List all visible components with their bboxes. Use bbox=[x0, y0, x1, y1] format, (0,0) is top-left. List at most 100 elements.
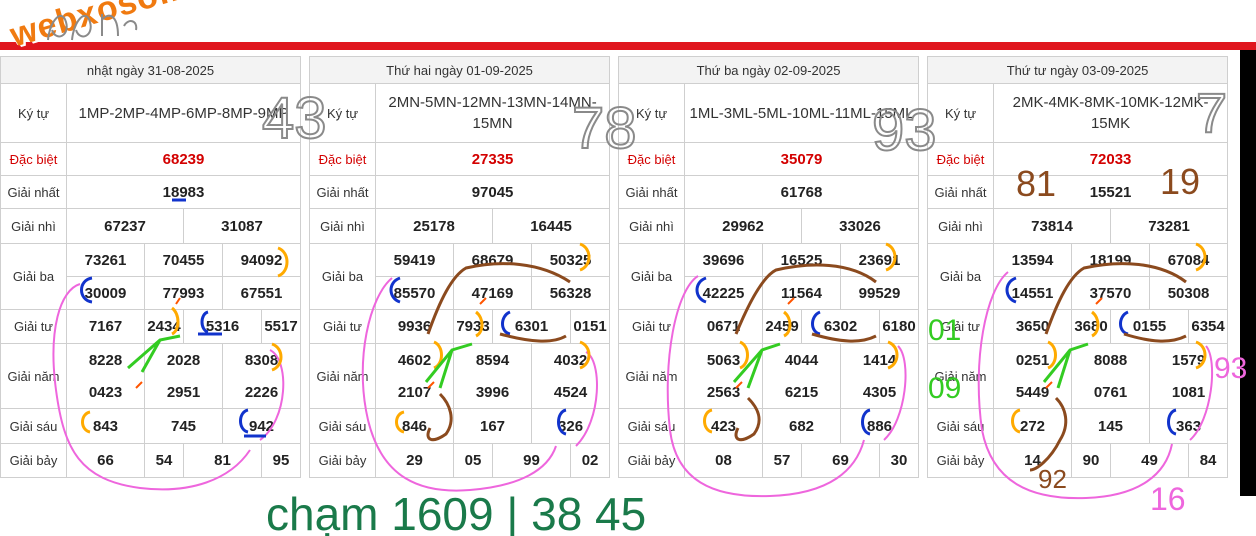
prize-number: 6354 bbox=[1187, 309, 1229, 344]
prize-number: 5449 bbox=[993, 376, 1072, 409]
prize-number: 16445 bbox=[491, 208, 611, 244]
prize-number: 3680 bbox=[1071, 309, 1111, 344]
label-ky-tu: Ký tự bbox=[0, 83, 67, 143]
prize-number: 94092 bbox=[221, 243, 302, 277]
first-prize-value: 97045 bbox=[374, 175, 611, 209]
side-gutter bbox=[1240, 50, 1256, 496]
prize-number: 95 bbox=[260, 443, 302, 478]
prize-number: 2107 bbox=[375, 376, 454, 409]
prize-number: 4032 bbox=[530, 343, 611, 376]
label-giai-bay: Giải bảy bbox=[618, 443, 685, 478]
ky-tu-value: 2MK-4MK-8MK-10MK-12MK-15MK bbox=[992, 83, 1229, 143]
prize-number: 39696 bbox=[684, 243, 763, 277]
prize-number: 682 bbox=[762, 408, 841, 444]
prize-number: 2434 bbox=[144, 309, 184, 344]
result-table-3: Thứ ba ngày 02-09-2025 Ký tự 1ML-3ML-5ML-1… bbox=[617, 56, 920, 478]
prize-number: 6302 bbox=[801, 309, 880, 344]
prize-number: 1081 bbox=[1148, 376, 1229, 409]
label-giai-ba: Giải ba bbox=[309, 243, 376, 310]
prize-number: 942 bbox=[221, 408, 302, 444]
label-giai-nhi: Giải nhì bbox=[618, 208, 685, 244]
prize-number: 8308 bbox=[221, 343, 302, 376]
label-giai-sau: Giải sáu bbox=[0, 408, 67, 444]
prize-number: 843 bbox=[66, 408, 145, 444]
prize-number: 68679 bbox=[453, 243, 532, 277]
prize-number: 54 bbox=[144, 443, 184, 478]
draw-date-header[interactable]: Thứ ba ngày 02-09-2025 bbox=[617, 56, 920, 84]
prize-number: 11564 bbox=[762, 276, 841, 310]
prize-number: 7933 bbox=[453, 309, 493, 344]
prize-number: 886 bbox=[839, 408, 920, 444]
prize-number: 7167 bbox=[66, 309, 145, 344]
prize-number: 846 bbox=[375, 408, 454, 444]
prize-number: 02 bbox=[569, 443, 611, 478]
prize-number: 73281 bbox=[1109, 208, 1229, 244]
label-giai-nhat: Giải nhất bbox=[0, 175, 67, 209]
label-giai-ba: Giải ba bbox=[0, 243, 67, 310]
prize-number: 33026 bbox=[800, 208, 920, 244]
prize-number: 6301 bbox=[492, 309, 571, 344]
label-dac-biet: Đặc biệt bbox=[927, 142, 994, 176]
prize-number: 25178 bbox=[375, 208, 493, 244]
prize-number: 3996 bbox=[453, 376, 532, 409]
prize-number: 8088 bbox=[1071, 343, 1150, 376]
label-giai-sau: Giải sáu bbox=[618, 408, 685, 444]
prize-number: 67551 bbox=[221, 276, 302, 310]
label-giai-nhi: Giải nhì bbox=[309, 208, 376, 244]
prize-number: 50325 bbox=[530, 243, 611, 277]
prize-number: 4602 bbox=[375, 343, 454, 376]
annotation-bottom-text: chạm 1609 | 38 45 bbox=[266, 488, 646, 536]
label-giai-bay: Giải bảy bbox=[309, 443, 376, 478]
prize-number: 18199 bbox=[1071, 243, 1150, 277]
prize-number: 0423 bbox=[66, 376, 145, 409]
prize-number: 30 bbox=[878, 443, 920, 478]
label-dac-biet: Đặc biệt bbox=[309, 142, 376, 176]
label-giai-tu: Giải tư bbox=[927, 309, 994, 344]
prize-number: 5517 bbox=[260, 309, 302, 344]
draw-date-header[interactable]: Thứ tư ngày 03-09-2025 bbox=[926, 56, 1229, 84]
label-giai-tu: Giải tư bbox=[618, 309, 685, 344]
prize-number: 99 bbox=[492, 443, 571, 478]
prize-number: 2951 bbox=[144, 376, 223, 409]
prize-number: 67237 bbox=[66, 208, 184, 244]
prize-number: 423 bbox=[684, 408, 763, 444]
prize-number: 9936 bbox=[375, 309, 454, 344]
prize-number: 59419 bbox=[375, 243, 454, 277]
prize-number: 69 bbox=[801, 443, 880, 478]
draw-date-header[interactable]: Thứ hai ngày 01-09-2025 bbox=[308, 56, 611, 84]
prize-number: 4305 bbox=[839, 376, 920, 409]
draw-date-header[interactable]: nhật ngày 31-08-2025 bbox=[0, 56, 302, 84]
label-giai-nam: Giải năm bbox=[0, 343, 67, 409]
label-giai-nhi: Giải nhì bbox=[0, 208, 67, 244]
prize-number: 6215 bbox=[762, 376, 841, 409]
header-accent-bar bbox=[0, 42, 1256, 50]
label-ky-tu: Ký tự bbox=[927, 83, 994, 143]
prize-number: 29 bbox=[375, 443, 454, 478]
prize-number: 0155 bbox=[1110, 309, 1189, 344]
prize-number: 56328 bbox=[530, 276, 611, 310]
label-giai-nhat: Giải nhất bbox=[618, 175, 685, 209]
prize-number: 77993 bbox=[144, 276, 223, 310]
prize-number: 5063 bbox=[684, 343, 763, 376]
first-prize-value: 18983 bbox=[65, 175, 302, 209]
prize-number: 47169 bbox=[453, 276, 532, 310]
prize-number: 326 bbox=[530, 408, 611, 444]
prize-number: 05 bbox=[453, 443, 493, 478]
label-giai-nhat: Giải nhất bbox=[309, 175, 376, 209]
prize-number: 73261 bbox=[66, 243, 145, 277]
prize-number: 8594 bbox=[453, 343, 532, 376]
label-giai-nhat: Giải nhất bbox=[927, 175, 994, 209]
prize-number: 73814 bbox=[993, 208, 1111, 244]
prize-number: 85570 bbox=[375, 276, 454, 310]
prize-number: 745 bbox=[144, 408, 223, 444]
prize-number: 6180 bbox=[878, 309, 920, 344]
prize-number: 8228 bbox=[66, 343, 145, 376]
prize-number: 1579 bbox=[1148, 343, 1229, 376]
prize-number: 0761 bbox=[1071, 376, 1150, 409]
label-giai-ba: Giải ba bbox=[927, 243, 994, 310]
label-giai-tu: Giải tư bbox=[309, 309, 376, 344]
prize-number: 0251 bbox=[993, 343, 1072, 376]
prize-number: 23691 bbox=[839, 243, 920, 277]
result-table-2: Thứ hai ngày 01-09-2025 Ký tự 2MN-5MN-12MN… bbox=[308, 56, 611, 478]
ky-tu-value: 2MN-5MN-12MN-13MN-14MN-15MN bbox=[374, 83, 611, 143]
